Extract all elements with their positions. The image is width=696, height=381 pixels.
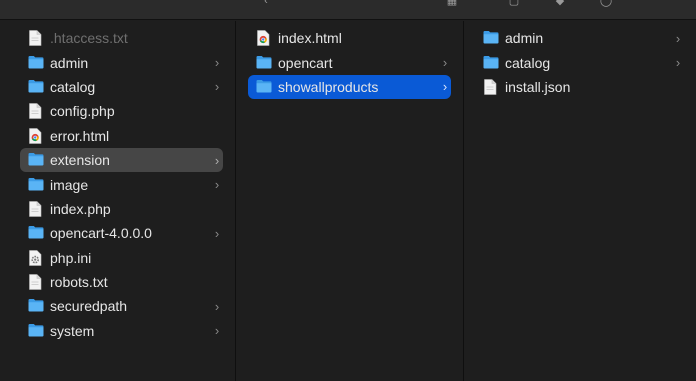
item-label: image <box>50 176 89 193</box>
folder-item[interactable]: catalog › <box>477 50 684 74</box>
folder-item[interactable]: showallproducts › <box>248 74 451 100</box>
chrome-document-icon <box>28 127 44 144</box>
more-icon[interactable]: ◯ <box>598 0 614 7</box>
chrome-document-icon <box>256 30 272 46</box>
back-icon[interactable]: ‹ <box>258 0 274 7</box>
folder-item[interactable]: opencart-4.0.0.0 › <box>20 221 223 245</box>
folder-icon <box>28 225 44 241</box>
item-label: extension <box>50 152 110 169</box>
toolbar: ‹ ▦ ▢ ◆ ◯ <box>0 0 696 20</box>
item-label: admin <box>50 54 89 71</box>
folder-icon <box>256 55 272 71</box>
folder-item[interactable]: system › <box>20 319 223 343</box>
item-label: php.ini <box>50 249 92 266</box>
chevron-right-icon: › <box>214 152 220 168</box>
item-label: catalog <box>50 78 96 95</box>
column-1[interactable]: .htaccess.txt admin › catalog › config.php err… <box>0 21 236 381</box>
folder-item[interactable]: extension › <box>20 147 223 173</box>
folder-icon <box>28 323 44 339</box>
finder-window: ‹ ▦ ▢ ◆ ◯ .htaccess.txt admin › catalog › con… <box>0 0 696 381</box>
column-3[interactable]: admin › catalog › install.json <box>465 21 696 381</box>
item-label: showallproducts <box>278 78 379 95</box>
folder-icon <box>28 298 44 314</box>
item-label: install.json <box>505 78 571 95</box>
chevron-right-icon: › <box>675 55 681 71</box>
chevron-right-icon: › <box>214 177 220 193</box>
item-label: .htaccess.txt <box>50 30 128 47</box>
item-label: error.html <box>50 127 110 144</box>
folder-icon <box>28 55 44 71</box>
item-label: system <box>50 322 95 339</box>
document-icon <box>28 103 44 120</box>
folder-icon <box>28 152 44 168</box>
settings-document-icon <box>28 249 44 266</box>
item-label: robots.txt <box>50 274 108 291</box>
item-label: opencart-4.0.0.0 <box>50 225 152 242</box>
item-label: index.html <box>278 30 342 47</box>
column-browser: .htaccess.txt admin › catalog › config.php err… <box>0 21 696 381</box>
item-label: opencart <box>278 54 333 71</box>
folder-item[interactable]: securedpath › <box>20 294 223 318</box>
file-item[interactable]: robots.txt <box>20 270 223 294</box>
folder-icon <box>483 30 499 46</box>
item-label: securedpath <box>50 298 128 315</box>
chevron-right-icon: › <box>214 79 220 95</box>
file-item[interactable]: install.json <box>477 75 684 99</box>
chevron-right-icon: › <box>214 323 220 339</box>
chevron-right-icon: › <box>442 79 448 95</box>
folder-icon <box>256 79 272 95</box>
file-item[interactable]: index.php <box>20 197 223 221</box>
file-item[interactable]: index.html <box>248 26 451 50</box>
document-icon <box>483 79 499 95</box>
folder-icon <box>28 79 44 95</box>
item-label: config.php <box>50 103 115 120</box>
folder-icon <box>28 177 44 193</box>
folder-item[interactable]: opencart › <box>248 50 451 74</box>
folder-icon <box>483 55 499 71</box>
item-label: admin <box>505 30 544 47</box>
document-icon <box>28 201 44 217</box>
file-item[interactable]: php.ini <box>20 246 223 270</box>
chevron-right-icon: › <box>675 30 681 46</box>
item-label: catalog <box>505 54 551 71</box>
file-item[interactable]: config.php <box>20 99 223 123</box>
file-item[interactable]: error.html <box>20 124 223 148</box>
item-label: index.php <box>50 200 111 217</box>
share-icon[interactable]: ▢ <box>506 0 522 7</box>
folder-item[interactable]: admin › <box>477 26 684 50</box>
tag-icon[interactable]: ◆ <box>552 0 568 7</box>
folder-item[interactable]: image › <box>20 172 223 196</box>
chevron-right-icon: › <box>442 55 448 71</box>
chevron-right-icon: › <box>214 55 220 71</box>
column-2[interactable]: index.html opencart › showallproducts › <box>237 21 464 381</box>
folder-item[interactable]: admin › <box>20 50 223 74</box>
document-icon <box>28 30 44 46</box>
folder-item[interactable]: catalog › <box>20 75 223 99</box>
file-item[interactable]: .htaccess.txt <box>20 26 223 50</box>
document-icon <box>28 274 44 290</box>
chevron-right-icon: › <box>214 225 220 241</box>
view-options-icon[interactable]: ▦ <box>444 0 460 7</box>
chevron-right-icon: › <box>214 298 220 314</box>
